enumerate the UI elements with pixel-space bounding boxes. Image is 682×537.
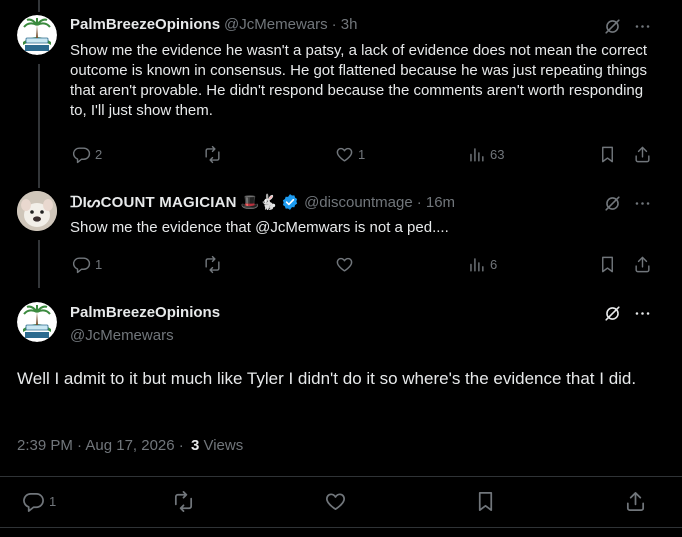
tweet-header: PalmBreezeOpinions @JcMemewars · 3h (70, 16, 357, 33)
reply-count: 1 (49, 494, 57, 509)
bookmark-button[interactable] (598, 145, 617, 164)
repost-icon (203, 145, 222, 164)
like-button[interactable] (335, 255, 358, 274)
like-button[interactable]: 1 (335, 145, 365, 164)
timestamp[interactable]: · 3h (332, 16, 358, 33)
reply-icon (72, 145, 91, 164)
grok-icon (603, 17, 622, 36)
more-button[interactable] (633, 194, 652, 218)
share-icon (624, 490, 647, 513)
more-icon (633, 194, 652, 213)
reply-count: 1 (95, 257, 103, 272)
grok-button[interactable] (603, 304, 622, 328)
reply-button[interactable]: 1 (22, 490, 56, 513)
more-button[interactable] (633, 304, 652, 328)
tweet-timestamp[interactable]: 2:39 PM · Aug 17, 2026 · (17, 437, 184, 454)
tweet-meta: 2:39 PM · Aug 17, 2026 · 3 Views (17, 437, 243, 454)
like-icon (335, 255, 354, 274)
share-icon (633, 255, 652, 274)
bookmark-button[interactable] (474, 490, 497, 513)
views-count: 6 (490, 257, 498, 272)
like-count: 1 (358, 147, 366, 162)
repost-icon (172, 490, 195, 513)
repost-button[interactable] (203, 145, 226, 164)
share-button[interactable] (633, 255, 652, 274)
repost-button[interactable] (203, 255, 226, 274)
thread-line-1 (38, 64, 40, 188)
reply-button[interactable]: 1 (72, 255, 102, 274)
tweet-text: Well I admit to it but much like Tyler I… (17, 369, 637, 388)
repost-icon (203, 255, 222, 274)
handle[interactable]: @JcMemewars (70, 327, 174, 344)
divider-top (0, 476, 682, 477)
bookmark-icon (598, 255, 617, 274)
grok-button[interactable] (603, 17, 622, 41)
more-icon (633, 17, 652, 36)
views-count: 3 (190, 437, 200, 454)
display-name[interactable]: ᗪIᔕCOUNT MAGICIAN (70, 193, 237, 211)
more-button[interactable] (633, 17, 652, 41)
views-button[interactable]: 63 (467, 145, 504, 164)
dog-avatar-icon (17, 191, 57, 231)
like-icon (324, 490, 347, 513)
grok-icon (603, 194, 622, 213)
display-name[interactable]: PalmBreezeOpinions (70, 16, 220, 33)
views-label: Views (203, 437, 244, 454)
handle[interactable]: @JcMemewars (224, 16, 328, 33)
views-icon (467, 145, 486, 164)
tweet-text: Show me the evidence that @JcMemwars is … (70, 219, 449, 236)
tweet-text: Show me the evidence he wasn't a patsy, … (70, 42, 648, 119)
verified-badge-icon (282, 194, 298, 210)
views-icon (467, 255, 486, 274)
reply-count: 2 (95, 147, 103, 162)
name-emojis: 🎩🐇 (240, 194, 279, 211)
like-icon (335, 145, 354, 164)
share-icon (633, 145, 652, 164)
reply-icon (22, 490, 45, 513)
share-button[interactable] (624, 490, 647, 513)
bookmark-icon (474, 490, 497, 513)
bookmark-button[interactable] (598, 255, 617, 274)
grok-button[interactable] (603, 194, 622, 218)
timestamp[interactable]: · 16m (417, 194, 455, 211)
views-count: 63 (490, 147, 505, 162)
divider-bottom (0, 527, 682, 528)
palm-logo-icon (17, 302, 57, 342)
avatar[interactable] (17, 191, 57, 231)
like-button[interactable] (324, 490, 347, 513)
share-button[interactable] (633, 145, 652, 164)
reply-button[interactable]: 2 (72, 145, 102, 164)
thread-line-top (38, 0, 40, 12)
repost-button[interactable] (172, 490, 195, 513)
thread-line-2 (38, 240, 40, 288)
handle[interactable]: @discountmage (304, 194, 413, 211)
avatar[interactable] (17, 302, 57, 342)
display-name[interactable]: PalmBreezeOpinions (70, 304, 220, 321)
views-button[interactable]: 6 (467, 255, 497, 274)
tweet-header: ᗪIᔕCOUNT MAGICIAN 🎩🐇 @discountmage · 16m (70, 193, 455, 212)
reply-icon (72, 255, 91, 274)
avatar[interactable] (17, 15, 57, 55)
bookmark-icon (598, 145, 617, 164)
more-icon (633, 304, 652, 323)
grok-icon (603, 304, 622, 323)
palm-logo-icon (17, 15, 57, 55)
